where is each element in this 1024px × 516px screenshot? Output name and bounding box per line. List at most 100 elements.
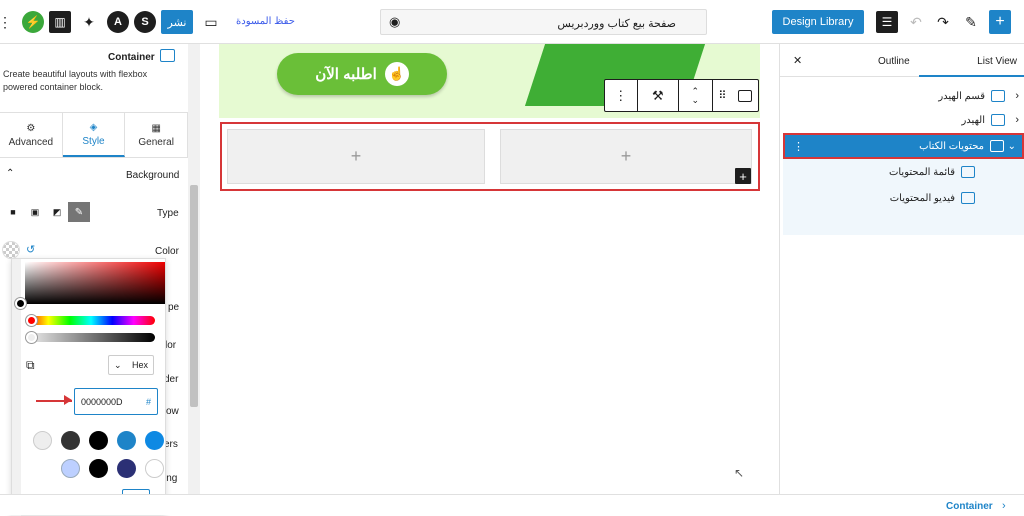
bolt-icon[interactable]: ⚡ bbox=[22, 11, 44, 33]
add-block-button[interactable]: + bbox=[989, 10, 1011, 34]
panel-scroll-thumb[interactable] bbox=[190, 185, 198, 407]
list-item-label: فيديو المحتويات bbox=[889, 192, 955, 204]
swatch-blue[interactable] bbox=[117, 431, 136, 450]
document-title-bar[interactable]: ◉ صفحة بيع كتاب ووردبريس bbox=[380, 9, 707, 35]
partial-label-1: pe bbox=[168, 302, 180, 313]
type-label: Type bbox=[157, 208, 179, 219]
redo-icon[interactable]: ↷ bbox=[932, 11, 954, 33]
tab-general-label: General bbox=[138, 136, 174, 148]
saturation-area[interactable] bbox=[25, 262, 165, 304]
swatch-dark-gray[interactable] bbox=[61, 431, 80, 450]
eye-icon[interactable]: ◉ bbox=[389, 14, 400, 30]
breadcrumb[interactable]: Container bbox=[946, 501, 993, 512]
order-now-label: اطلبه الآن bbox=[315, 66, 377, 83]
partial-label-5: ers bbox=[164, 439, 178, 450]
column-placeholder-right[interactable]: + bbox=[500, 129, 752, 184]
partial-label-3: der bbox=[164, 374, 179, 385]
gear-icon: ⚙ bbox=[26, 122, 36, 134]
publish-button[interactable]: نشر bbox=[161, 10, 193, 34]
video-icon[interactable]: ■ bbox=[2, 202, 24, 222]
container-icon bbox=[990, 140, 1004, 152]
color-preview-swatch[interactable] bbox=[2, 241, 20, 259]
pencil-icon[interactable]: ✎ bbox=[960, 11, 982, 33]
alpha-handle[interactable] bbox=[26, 332, 37, 343]
hue-handle[interactable] bbox=[26, 315, 37, 326]
move-up-down-button[interactable]: ⌃ ⌄ bbox=[679, 80, 713, 111]
container-block-icon bbox=[160, 49, 175, 62]
tab-general[interactable]: ▦ General bbox=[125, 113, 189, 157]
close-icon[interactable]: ✕ bbox=[793, 54, 802, 67]
chevron-down-icon: ⌄ bbox=[114, 359, 122, 370]
design-library-button[interactable]: Design Library bbox=[772, 10, 864, 34]
drag-handle-icon[interactable]: ⠿ bbox=[713, 80, 733, 111]
container-icon[interactable] bbox=[732, 80, 758, 111]
color-format-value: Hex bbox=[131, 360, 148, 370]
plus-icon[interactable]: + bbox=[351, 146, 362, 167]
list-item[interactable]: قسم الهيدر › bbox=[780, 84, 1024, 108]
swatch-light-gray[interactable] bbox=[33, 431, 52, 450]
kebab-icon[interactable]: ⋮ bbox=[793, 140, 804, 153]
hex-prefix: # bbox=[145, 396, 151, 407]
list-item[interactable]: قائمة المحتويات bbox=[780, 160, 1024, 184]
plus-icon[interactable]: + bbox=[621, 146, 632, 167]
chevron-right-icon[interactable]: › bbox=[1015, 90, 1019, 102]
swatch-white[interactable] bbox=[145, 459, 164, 478]
list-view-icon[interactable]: ☰ bbox=[876, 11, 898, 33]
more-options-button[interactable]: ⋮ bbox=[605, 80, 638, 111]
swatch-black-2[interactable] bbox=[89, 459, 108, 478]
color-format-select[interactable]: ⌄ Hex bbox=[108, 355, 154, 375]
tab-style[interactable]: ◈ Style bbox=[62, 113, 126, 157]
brand-s-icon[interactable]: S bbox=[134, 11, 156, 33]
reset-icon[interactable]: ↺ bbox=[26, 243, 35, 256]
background-type-selector: ■ ▣ ◩ ✎ bbox=[2, 202, 90, 222]
add-inner-block-button[interactable]: + bbox=[735, 168, 751, 184]
chevron-up-icon[interactable]: ⌃ bbox=[6, 168, 14, 179]
hue-slider[interactable] bbox=[27, 316, 155, 325]
swatch-navy[interactable] bbox=[117, 459, 136, 478]
list-view-panel: ✕ Outline List View قسم الهيدر › الهيدر … bbox=[779, 44, 1024, 494]
swatch-black[interactable] bbox=[89, 431, 108, 450]
hammer-button[interactable]: ⚒ bbox=[638, 80, 680, 111]
list-item[interactable]: الهيدر › bbox=[780, 108, 1024, 132]
gradient-icon[interactable]: ◩ bbox=[46, 202, 68, 222]
chevron-down-icon[interactable]: ⌄ bbox=[1008, 141, 1016, 152]
color-brush-icon[interactable]: ✎ bbox=[68, 202, 90, 222]
layout-icon: ▦ bbox=[151, 122, 161, 134]
container-icon bbox=[991, 90, 1005, 102]
copy-icon[interactable]: ⧉ bbox=[26, 358, 35, 373]
partial-label-4: ow bbox=[166, 406, 179, 417]
hammer-icon: ⚒ bbox=[651, 87, 664, 103]
sidebar-toggle-icon[interactable]: ▥ bbox=[49, 11, 71, 33]
tab-outline[interactable]: Outline bbox=[878, 56, 910, 67]
order-now-button[interactable]: اطلبه الآن ☝ bbox=[277, 53, 447, 95]
brand-a-icon[interactable]: A bbox=[107, 11, 129, 33]
mouse-cursor-icon: ↖ bbox=[734, 466, 745, 480]
swatch-bright-blue[interactable] bbox=[145, 431, 164, 450]
list-item-label: قسم الهيدر bbox=[938, 90, 985, 102]
save-draft-link[interactable]: حفظ المسودة bbox=[236, 16, 295, 27]
undo-icon[interactable]: ↶ bbox=[905, 11, 927, 33]
hex-input[interactable]: 0000000D # bbox=[74, 388, 158, 415]
block-toolbar: ⋮ ⚒ ⌃ ⌄ ⠿ bbox=[604, 79, 759, 112]
image-icon[interactable]: ▣ bbox=[24, 202, 46, 222]
chevron-right-icon[interactable]: › bbox=[1015, 114, 1019, 126]
saturation-handle[interactable] bbox=[15, 298, 26, 309]
column-placeholder-left[interactable]: + bbox=[227, 129, 485, 184]
list-item-selected[interactable]: ⋮ محتويات الكتاب ⌄ bbox=[783, 133, 1024, 159]
background-section-title[interactable]: Background bbox=[126, 170, 179, 181]
chevron-right-icon: › bbox=[1002, 500, 1006, 512]
list-item[interactable]: فيديو المحتويات bbox=[780, 186, 1024, 210]
list-item-label: محتويات الكتاب bbox=[919, 140, 984, 152]
columns-container[interactable]: + + + bbox=[220, 122, 760, 191]
color-label: Color bbox=[155, 246, 179, 257]
tab-advanced[interactable]: ⚙ Advanced bbox=[0, 113, 63, 157]
sparkle-icon[interactable]: ✦ bbox=[78, 11, 100, 33]
desktop-preview-icon[interactable]: ▭ bbox=[200, 11, 222, 33]
top-toolbar: ⋮ ⚡ ▥ ✦ A S نشر ▭ حفظ المسودة ◉ صفحة بيع… bbox=[0, 0, 1024, 44]
container-icon bbox=[961, 192, 975, 204]
partial-label-2: lor bbox=[165, 340, 177, 351]
more-options-icon[interactable]: ⋮ bbox=[0, 11, 12, 33]
swatch-light-blue[interactable] bbox=[61, 459, 80, 478]
alpha-slider[interactable] bbox=[27, 333, 155, 342]
tab-list-view[interactable]: List View bbox=[919, 56, 1024, 77]
